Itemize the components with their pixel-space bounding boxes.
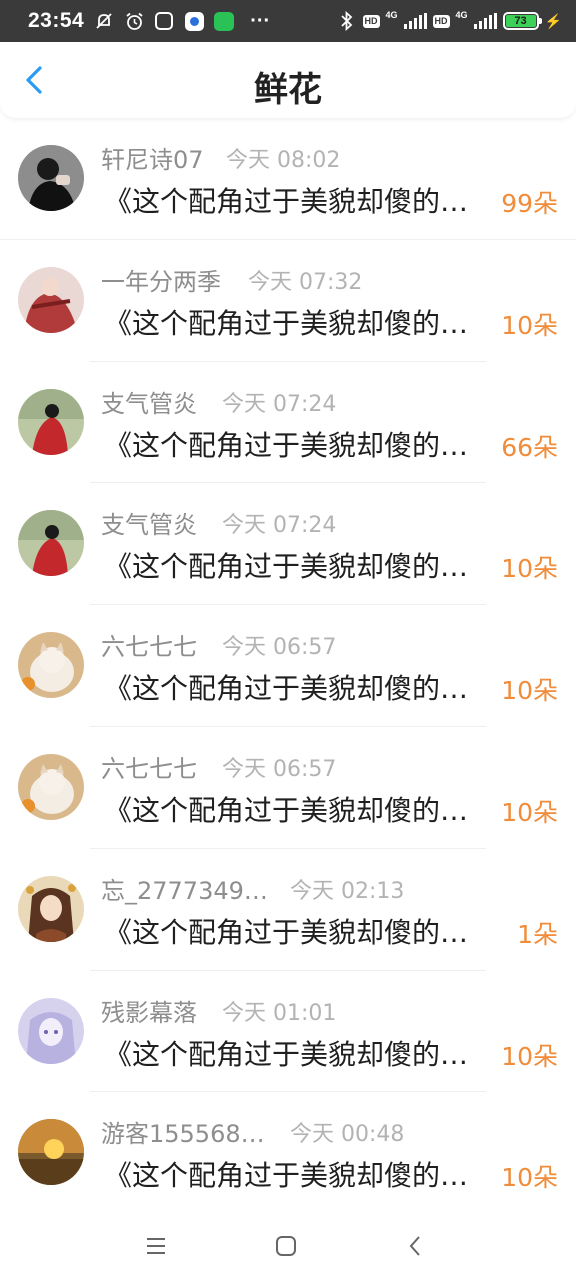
avatar[interactable] — [18, 875, 84, 942]
list-item[interactable]: 游客155568… 今天 00:48 《这个配角过于美貌却傻的小说》 10朵 — [0, 1092, 576, 1214]
user-name: 支气管炎 — [101, 511, 197, 540]
network-type-2: 4G — [455, 10, 468, 20]
system-navbar — [0, 1212, 576, 1280]
back-icon — [409, 1236, 420, 1256]
user-name: 残影幕落 — [101, 998, 197, 1027]
nav-back-button[interactable] — [402, 1232, 430, 1260]
signal-icon — [403, 13, 427, 29]
menu-button[interactable] — [142, 1232, 170, 1260]
bluetooth-icon — [337, 11, 357, 31]
flower-count: 1朵 — [517, 919, 558, 949]
avatar[interactable] — [18, 266, 84, 333]
avatar[interactable] — [18, 632, 84, 699]
signal-icon-2 — [473, 13, 497, 29]
header: 鲜花 — [0, 42, 576, 118]
flower-count: 10朵 — [501, 1163, 558, 1193]
timestamp: 今天 08:02 — [226, 148, 341, 173]
app-notification-icon — [154, 11, 174, 31]
avatar[interactable] — [18, 753, 84, 820]
status-bar: 23:54 ··· HD 4G HD 4G 73 ⚡ — [0, 0, 576, 42]
status-left: 23:54 ··· — [28, 9, 270, 33]
battery-icon: 73 — [502, 12, 542, 30]
flower-count: 66朵 — [501, 432, 558, 462]
user-name: 游客155568… — [101, 1120, 265, 1149]
flower-count: 99朵 — [501, 189, 558, 218]
avatar[interactable] — [18, 997, 84, 1064]
battery-level: 73 — [505, 15, 536, 27]
timestamp: 今天 07:24 — [222, 391, 337, 417]
list-item[interactable]: 一年分两季 今天 07:32 《这个配角过于美貌却傻的小说》 10朵 — [0, 240, 576, 362]
user-name: 六七七七 — [101, 754, 197, 783]
timestamp: 今天 01:01 — [222, 1000, 337, 1026]
hd-badge: HD — [362, 14, 380, 28]
flower-count: 10朵 — [501, 1041, 558, 1071]
book-title: 《这个配角过于美貌却傻的小说》 — [104, 1159, 496, 1193]
list-item[interactable]: 残影幕落 今天 01:01 《这个配角过于美貌却傻的小说》 10朵 — [0, 971, 576, 1093]
user-name: 轩尼诗07 — [101, 146, 204, 174]
list-item[interactable]: 支气管炎 今天 07:24 《这个配角过于美貌却傻的小说》 10朵 — [0, 483, 576, 605]
avatar[interactable] — [18, 510, 84, 577]
avatar[interactable] — [18, 145, 84, 211]
flower-list: 轩尼诗07 今天 08:02 《这个配角过于美貌却傻的小说》 99朵 一年分两季… — [0, 118, 576, 1214]
page-title: 鲜花 — [254, 70, 322, 110]
book-title: 《这个配角过于美貌却傻的小说》 — [104, 550, 496, 584]
book-title: 《这个配角过于美貌却傻的小说》 — [104, 1037, 496, 1071]
flower-count: 10朵 — [501, 554, 558, 584]
wechat-icon — [214, 11, 235, 31]
user-name: 一年分两季 — [101, 267, 221, 296]
status-right: HD 4G HD 4G 73 ⚡ — [337, 10, 562, 31]
timestamp: 今天 02:13 — [290, 878, 405, 904]
book-title: 《这个配角过于美貌却傻的小说》 — [104, 428, 496, 462]
alarm-icon — [124, 11, 144, 31]
book-title: 《这个配角过于美貌却傻的小说》 — [104, 915, 496, 949]
list-item[interactable]: 轩尼诗07 今天 08:02 《这个配角过于美貌却傻的小说》 99朵 — [0, 118, 576, 240]
book-title: 《这个配角过于美貌却傻的小说》 — [104, 793, 496, 827]
list-item[interactable]: 支气管炎 今天 07:24 《这个配角过于美貌却傻的小说》 66朵 — [0, 362, 576, 484]
home-button[interactable] — [272, 1232, 300, 1260]
flower-count: 10朵 — [501, 310, 558, 340]
mute-notification-icon — [94, 11, 114, 31]
charging-icon: ⚡ — [544, 12, 562, 29]
user-name: 忘_2777349… — [101, 876, 268, 905]
book-title: 《这个配角过于美貌却傻的小说》 — [104, 672, 496, 706]
book-title: 《这个配角过于美貌却傻的小说》 — [104, 185, 496, 218]
user-name: 六七七七 — [101, 633, 197, 662]
baidu-icon — [184, 11, 204, 31]
timestamp: 今天 07:32 — [248, 269, 363, 295]
list-item[interactable]: 忘_2777349… 今天 02:13 《这个配角过于美貌却傻的小说》 1朵 — [0, 849, 576, 971]
avatar[interactable] — [18, 1119, 84, 1186]
user-name: 支气管炎 — [101, 389, 197, 418]
menu-icon — [147, 1238, 165, 1254]
network-type: 4G — [385, 10, 398, 20]
timestamp: 今天 06:57 — [222, 756, 337, 782]
timestamp: 今天 00:48 — [290, 1122, 405, 1148]
flower-count: 10朵 — [501, 676, 558, 706]
timestamp: 今天 06:57 — [222, 635, 337, 661]
home-icon — [276, 1236, 296, 1256]
avatar[interactable] — [18, 388, 84, 455]
timestamp: 今天 07:24 — [222, 513, 337, 539]
more-notifications-icon: ··· — [250, 9, 271, 32]
list-item[interactable]: 六七七七 今天 06:57 《这个配角过于美貌却傻的小说》 10朵 — [0, 605, 576, 727]
list-item[interactable]: 六七七七 今天 06:57 《这个配角过于美貌却傻的小说》 10朵 — [0, 727, 576, 849]
book-title: 《这个配角过于美貌却傻的小说》 — [104, 306, 496, 340]
hd-badge-2: HD — [432, 14, 450, 28]
status-time: 23:54 — [28, 9, 85, 32]
flower-count: 10朵 — [501, 797, 558, 827]
